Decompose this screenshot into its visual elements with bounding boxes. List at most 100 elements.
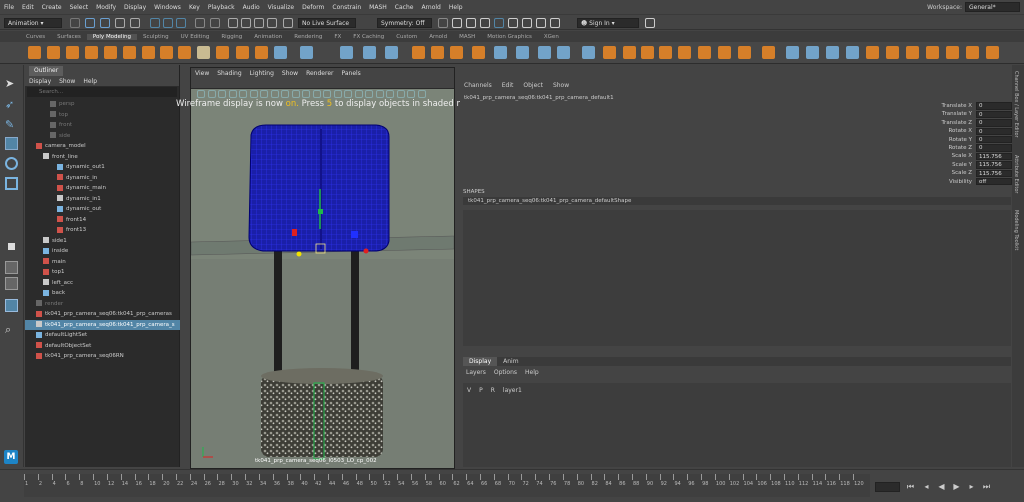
outliner-row[interactable]: dynamic_main — [25, 183, 180, 194]
status-tool-icon[interactable] — [494, 18, 504, 28]
menu-item-mash[interactable]: MASH — [365, 4, 391, 11]
outliner-row[interactable]: back — [25, 288, 180, 299]
shelf-tool-icon[interactable] — [494, 46, 507, 59]
status-tool-icon[interactable] — [70, 18, 80, 28]
layer-name[interactable]: layer1 — [503, 387, 522, 394]
shelf-tool-icon[interactable] — [557, 46, 570, 59]
right-tab[interactable]: Attribute Editor — [1013, 155, 1019, 193]
viewport-tool-icon[interactable] — [333, 90, 342, 98]
move-tool-icon[interactable] — [5, 137, 18, 150]
live-surface-field[interactable]: No Live Surface — [298, 18, 356, 28]
attribute-value[interactable]: 0 — [976, 144, 1012, 152]
status-tool-icon[interactable] — [466, 18, 476, 28]
channel-attribute[interactable]: Rotate Z 0 — [892, 144, 1012, 152]
shelf-tab-motion-graphics[interactable]: Motion Graphics — [481, 34, 538, 40]
menu-item-visualize[interactable]: Visualize — [264, 4, 298, 11]
attribute-value[interactable]: 0 — [976, 102, 1012, 110]
viewport-tool-icon[interactable] — [228, 90, 237, 98]
layer-menu-layers[interactable]: Layers — [466, 369, 486, 376]
four-pane-icon[interactable] — [5, 261, 18, 274]
viewport-tool-icon[interactable] — [344, 90, 352, 98]
attribute-value[interactable]: 0 — [976, 119, 1012, 127]
shelf-tool-icon[interactable] — [255, 46, 268, 59]
shelf-tool-icon[interactable] — [385, 46, 398, 59]
shelf-tool-icon[interactable] — [538, 46, 551, 59]
menu-item-key[interactable]: Key — [185, 4, 204, 11]
go-to-end-icon[interactable]: ⏭ — [982, 482, 991, 491]
outliner-row[interactable]: tk041_prp_camera_seq06:tk041_prp_cameras — [25, 309, 180, 320]
viewport-tool-icon[interactable] — [375, 90, 384, 98]
shelf-tool-icon[interactable] — [806, 46, 819, 59]
attribute-value[interactable]: 0 — [976, 135, 1012, 144]
layer-menu-help[interactable]: Help — [525, 369, 539, 376]
menu-item-display[interactable]: Display — [120, 4, 150, 11]
shelf-tab-xgen[interactable]: XGen — [538, 34, 565, 40]
shelf-tool-icon[interactable] — [197, 46, 210, 59]
shelf-tab-arnold[interactable]: Arnold — [423, 34, 453, 40]
shelf-tool-icon[interactable] — [946, 46, 959, 59]
status-tool-icon[interactable] — [550, 18, 560, 28]
search-icon[interactable]: ⌕ — [5, 323, 18, 336]
viewport-menu-panels[interactable]: Panels — [337, 70, 364, 77]
shelf-tool-icon[interactable] — [516, 46, 529, 59]
status-tool-icon[interactable] — [130, 18, 140, 28]
shelf-tool-icon[interactable] — [966, 46, 979, 59]
outliner-row[interactable]: side1 — [25, 236, 180, 247]
play-backwards-icon[interactable]: ◀ — [937, 482, 946, 491]
attribute-value[interactable]: 115.756 — [976, 152, 1012, 161]
viewport-tool-icon[interactable] — [239, 90, 247, 98]
layer-tab-anim[interactable]: Anim — [497, 357, 524, 366]
outliner-row[interactable]: main — [25, 257, 180, 268]
viewport-tool-icon[interactable] — [197, 90, 205, 98]
viewport-menu-shading[interactable]: Shading — [213, 70, 245, 77]
shelf-tool-icon[interactable] — [85, 46, 98, 59]
right-tab[interactable]: Channel Box / Layer Editor — [1013, 71, 1019, 138]
status-tool-icon[interactable] — [438, 18, 448, 28]
outliner-row[interactable]: top1 — [25, 267, 180, 278]
outliner-row[interactable]: tk041_prp_camera_seq06:tk041_prp_camera_… — [25, 319, 180, 330]
menu-item-help[interactable]: Help — [445, 4, 467, 11]
outliner-row[interactable]: left_acc — [25, 278, 180, 289]
menu-item-deform[interactable]: Deform — [298, 4, 328, 11]
sign-in-button[interactable]: ☻ Sign In ▾ — [577, 18, 639, 28]
shelf-tool-icon[interactable] — [142, 46, 155, 59]
viewport-tool-icon[interactable] — [365, 90, 373, 98]
viewport-menu-view[interactable]: View — [191, 70, 213, 77]
status-tool-icon[interactable] — [115, 18, 125, 28]
shelf-tool-icon[interactable] — [216, 46, 229, 59]
attribute-value[interactable]: 0 — [976, 127, 1012, 136]
shelf-tab-fx[interactable]: FX — [328, 34, 347, 40]
status-tool-icon[interactable] — [645, 18, 655, 28]
shape-name[interactable]: tk041_prp_camera_seq06:tk041_prp_camera_… — [463, 197, 1011, 205]
status-tool-icon[interactable] — [210, 18, 220, 28]
shelf-tab-sculpting[interactable]: Sculpting — [137, 34, 175, 40]
status-tool-icon[interactable] — [452, 18, 462, 28]
shelf-tab-rigging[interactable]: Rigging — [215, 34, 248, 40]
attribute-value[interactable]: 115.756 — [976, 169, 1012, 178]
shelf-tool-icon[interactable] — [236, 46, 249, 59]
viewport-tool-icon[interactable] — [281, 90, 289, 98]
menu-item-playback[interactable]: Playback — [204, 4, 239, 11]
shelf-tool-icon[interactable] — [718, 46, 731, 59]
status-tool-icon[interactable] — [283, 18, 293, 28]
channel-attribute[interactable]: Visibility off — [892, 177, 1012, 186]
shelf-tool-icon[interactable] — [160, 46, 173, 59]
menu-item-file[interactable]: File — [0, 4, 18, 11]
outliner-tab[interactable]: Outliner — [29, 65, 64, 76]
shelf-tool-icon[interactable] — [363, 46, 376, 59]
shelf-tool-icon[interactable] — [846, 46, 859, 59]
two-pane-icon[interactable] — [5, 277, 18, 290]
menu-item-arnold[interactable]: Arnold — [417, 4, 444, 11]
timeline-track[interactable]: 1 2 4 6 8 10 12 14 16 18 20 22 24 26 28 30 32 34 36 38 40 42 4… — [24, 474, 870, 497]
status-tool-icon[interactable] — [522, 18, 532, 28]
viewport-tool-icon[interactable] — [249, 90, 258, 98]
shelf-tool-icon[interactable] — [47, 46, 60, 59]
outliner-row[interactable]: defaultObjectSet — [25, 341, 180, 352]
viewport-menu-lighting[interactable]: Lighting — [246, 70, 278, 77]
shelf-tool-icon[interactable] — [66, 46, 79, 59]
shelf-tab-mash[interactable]: MASH — [453, 34, 481, 40]
shelf-tab-uv-editing[interactable]: UV Editing — [175, 34, 216, 40]
menu-item-audio[interactable]: Audio — [239, 4, 264, 11]
outliner-row[interactable]: tk041_prp_camera_seq06RN — [25, 351, 180, 362]
channel-attribute[interactable]: Rotate X 0 — [892, 127, 1012, 136]
